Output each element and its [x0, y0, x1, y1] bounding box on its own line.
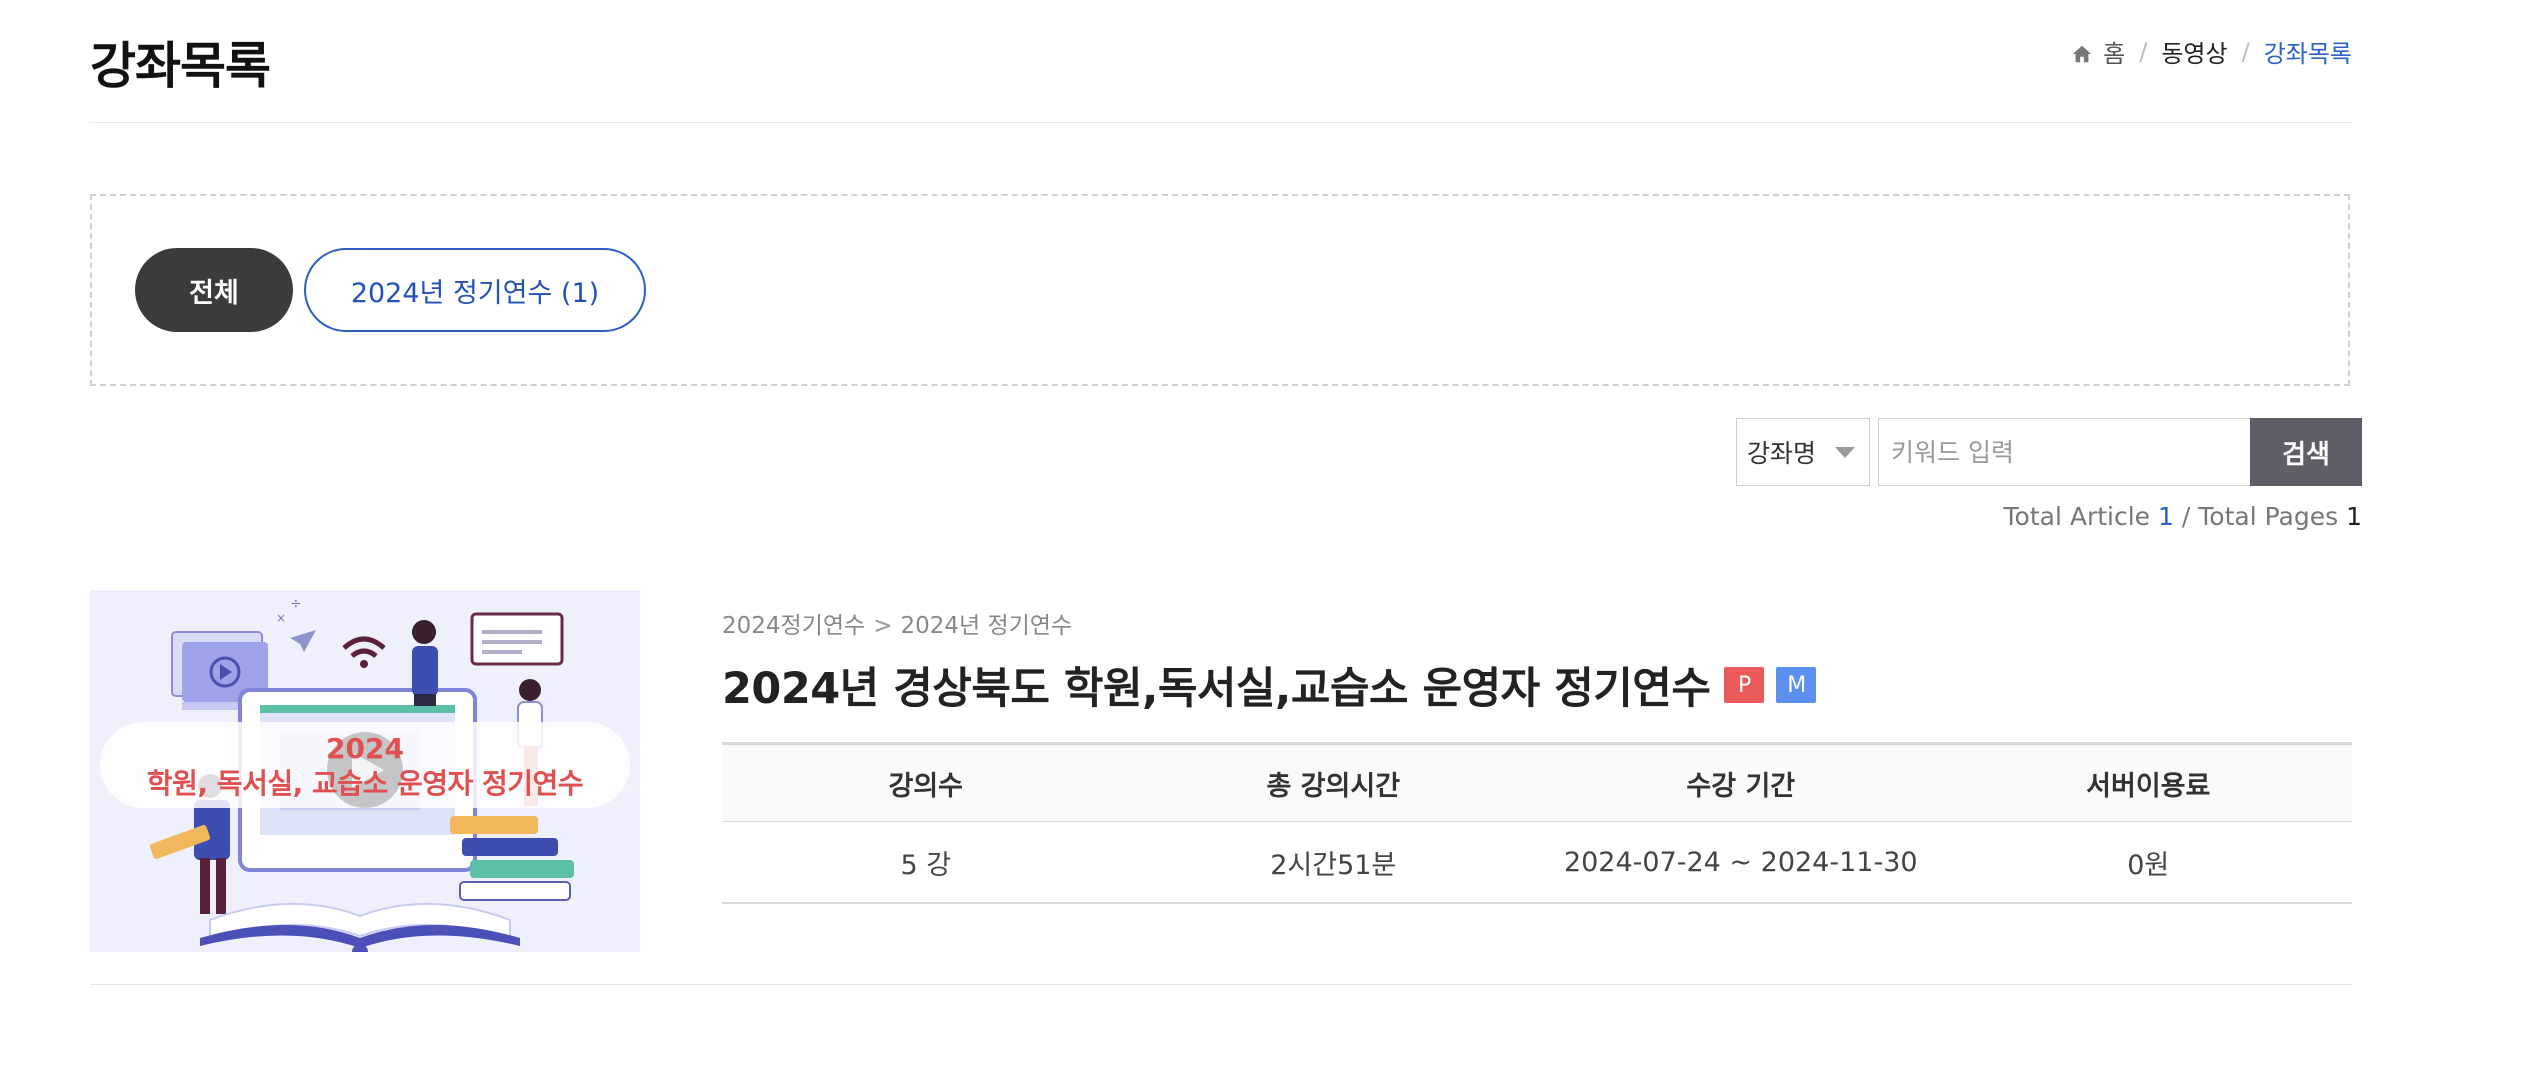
- home-icon: [2072, 45, 2092, 63]
- page-title: 강좌목록: [90, 37, 271, 95]
- course-title[interactable]: 2024년 경상북도 학원,독서실,교습소 운영자 정기연수: [722, 654, 1711, 716]
- totals-summary: Total Article 1 / Total Pages 1: [2004, 502, 2362, 531]
- table-row: 5 강 2시간51분 2024-07-24 ~ 2024-11-30 0원: [722, 821, 2352, 904]
- server-fee-value: 0원: [1944, 821, 2352, 904]
- course-list-item: ÷ × 2024 학원, 독서실, 교습소 운영자 정기연수 2024정기연수 …: [90, 590, 2352, 985]
- breadcrumb-home[interactable]: 홈: [2071, 34, 2125, 69]
- breadcrumb-current[interactable]: 강좌목록: [2264, 34, 2352, 69]
- course-path-child: 2024년 정기연수: [900, 613, 1073, 639]
- search-field-select[interactable]: 강좌명: [1736, 418, 1870, 486]
- thumbnail-text: 학원, 독서실, 교습소 운영자 정기연수: [146, 767, 584, 800]
- table-header-total-time: 총 강의시간: [1129, 742, 1537, 822]
- page-container: 강좌목록 홈 / 동영상 / 강좌목록 전체 2024년 정기연수 (1) 강좌…: [90, 0, 2362, 1080]
- search-button[interactable]: 검색: [2250, 418, 2362, 486]
- total-time-value: 2시간51분: [1129, 821, 1537, 904]
- total-pages-label: / Total Pages: [2181, 502, 2339, 531]
- breadcrumb: 홈 / 동영상 / 강좌목록: [2071, 34, 2352, 69]
- table-header-lecture-count: 강의수: [722, 742, 1130, 822]
- page-header: 강좌목록 홈 / 동영상 / 강좌목록: [90, 0, 2352, 123]
- thumbnail-year: 2024: [326, 732, 404, 765]
- table-header-server-fee: 서버이용료: [1944, 742, 2352, 822]
- category-filter-box: 전체 2024년 정기연수 (1): [90, 194, 2350, 386]
- breadcrumb-separator: /: [2139, 37, 2148, 66]
- total-article-label: Total Article: [2003, 502, 2151, 531]
- total-pages-count: 1: [2346, 502, 2362, 531]
- badge-pc: P: [1724, 667, 1765, 703]
- course-category-path: 2024정기연수 >2024년 정기연수: [722, 606, 1072, 640]
- breadcrumb-video[interactable]: 동영상: [2161, 34, 2227, 69]
- total-article-count: 1: [2158, 502, 2174, 531]
- table-header-row: 강의수 총 강의시간 수강 기간 서버이용료: [722, 742, 2352, 822]
- course-title-row: 2024년 경상북도 학원,독서실,교습소 운영자 정기연수 P M: [722, 654, 1817, 716]
- breadcrumb-separator: /: [2241, 37, 2250, 66]
- svg-text:×: ×: [276, 611, 286, 625]
- search-field-select-value: 강좌명: [1747, 439, 1817, 468]
- svg-text:÷: ÷: [290, 596, 302, 612]
- lecture-count-value: 5 강: [722, 821, 1130, 904]
- search-input[interactable]: [1878, 418, 2250, 486]
- filter-all-button[interactable]: 전체: [135, 248, 293, 332]
- breadcrumb-home-label: 홈: [2103, 40, 2126, 68]
- course-thumbnail[interactable]: ÷ × 2024 학원, 독서실, 교습소 운영자 정기연수: [90, 590, 640, 952]
- caret-down-icon: [1835, 447, 1855, 458]
- period-value: 2024-07-24 ~ 2024-11-30: [1537, 821, 1945, 904]
- course-info-table: 강의수 총 강의시간 수강 기간 서버이용료 5 강 2시간51분 2024-0…: [722, 742, 2352, 904]
- course-path-parent: 2024정기연수: [722, 613, 866, 639]
- badge-mobile: M: [1776, 667, 1817, 703]
- filter-category-button[interactable]: 2024년 정기연수 (1): [304, 248, 646, 332]
- table-header-period: 수강 기간: [1537, 742, 1945, 822]
- chevron-right-icon: >: [873, 613, 893, 639]
